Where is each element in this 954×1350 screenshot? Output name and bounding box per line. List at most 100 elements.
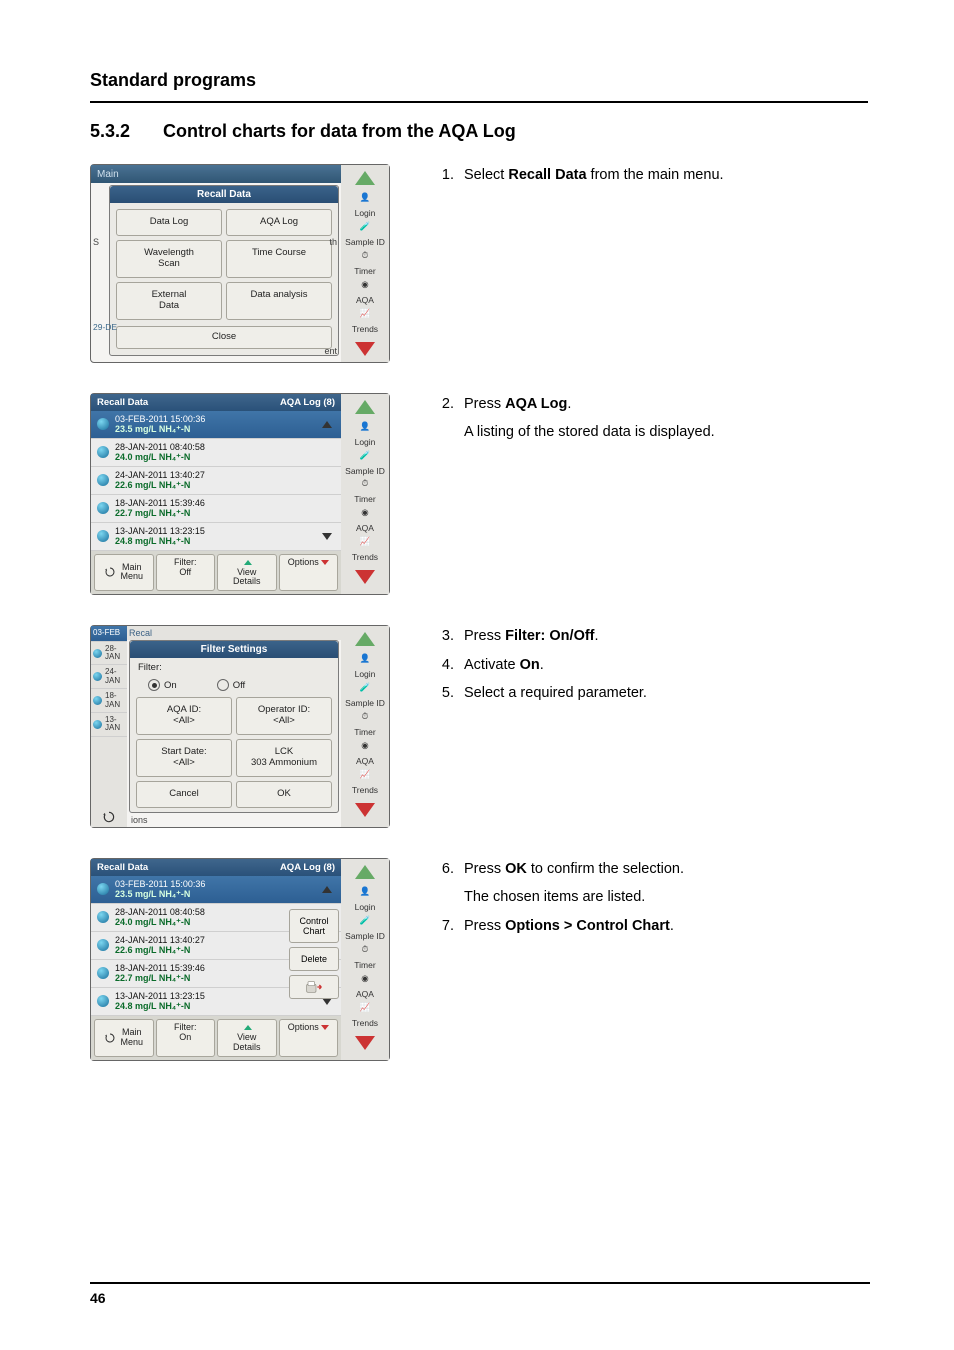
log-row[interactable]: 13-JAN-2011 13:23:1524.8 mg/L NH₄⁺-N [91,523,341,551]
filter-button[interactable]: Filter:Off [156,554,216,592]
send-option[interactable] [289,975,339,999]
instructions-block-2: Press AQA Log. A listing of the stored d… [432,393,868,450]
log-row[interactable]: 18-JAN-2011 15:39:4622.7 mg/L NH₄⁺-N [91,495,341,523]
external-data-button[interactable]: ExternalData [116,282,222,320]
screenshot-filter-settings: 03-FEB 28-JAN 24-JAN 18-JAN 13-JAN Recal… [90,625,390,828]
nav-up-icon[interactable] [355,632,375,646]
delete-option[interactable]: Delete [289,947,339,971]
main-menu-button[interactable]: MainMenu [94,1019,154,1057]
filter-settings-popup: Filter Settings Filter: On Off AQA ID:<A… [129,640,339,813]
nav-down-icon[interactable] [355,1036,375,1050]
entry-icon [97,446,109,458]
close-button[interactable]: Close [116,326,332,349]
timer-button[interactable]: ⏱Timer [344,712,386,737]
control-chart-option[interactable]: ControlChart [289,909,339,943]
filter-button[interactable]: Filter:On [156,1019,216,1057]
entry-value: 24.8 mg/L NH₄⁺-N [115,1001,313,1012]
operator-id-button[interactable]: Operator ID:<All> [236,697,332,735]
sample-id-button[interactable]: 🧪Sample ID [344,451,386,476]
filter-on-radio[interactable]: On [148,679,177,691]
time-course-button[interactable]: Time Course [226,240,332,278]
timer-button[interactable]: ⏱Timer [344,251,386,276]
entry-value: 24.0 mg/L NH₄⁺-N [115,917,313,928]
nav-up-icon[interactable] [355,171,375,185]
nav-down-icon[interactable] [355,570,375,584]
sample-id-button[interactable]: 🧪Sample ID [344,683,386,708]
screenshot-aqa-log-list: Recall Data AQA Log (8) 03-FEB-2011 15:0… [90,393,390,596]
step-3: Press Filter: On/Off. [458,625,868,647]
login-button[interactable]: 👤Login [344,654,386,679]
options-button[interactable]: Options [279,1019,339,1057]
data-log-button[interactable]: Data Log [116,209,222,236]
right-sidebar: 👤Login 🧪Sample ID ⏱Timer ◉AQA 📈Trends [341,859,389,1060]
aqa-button[interactable]: ◉AQA [344,741,386,766]
radio-on-icon [148,679,160,691]
entry-datetime: 18-JAN-2011 15:39:46 [115,498,313,508]
main-menu-button[interactable]: MainMenu [94,554,154,592]
nav-down-icon[interactable] [355,803,375,817]
aqa-id-button[interactable]: AQA ID:<All> [136,697,232,735]
entry-datetime: 13-JAN-2011 13:23:15 [115,526,313,536]
filter-label: Filter: [130,658,338,677]
entry-datetime: 03-FEB-2011 15:00:36 [115,414,313,424]
step-7: Press Options > Control Chart. [458,915,868,937]
login-button[interactable]: 👤Login [344,887,386,912]
nav-up-icon[interactable] [355,865,375,879]
right-sidebar: 👤Login 🧪Sample ID ⏱Timer ◉AQA 📈Trends [341,626,389,827]
parameter-button[interactable]: LCK303 Ammonium [236,739,332,777]
aqa-button[interactable]: ◉AQA [344,508,386,533]
popup-title: Recall Data [110,186,338,203]
view-details-button[interactable]: ViewDetails [217,1019,277,1057]
filter-off-radio[interactable]: Off [217,679,246,691]
login-button[interactable]: 👤Login [344,193,386,218]
fragment-th: th [329,237,337,247]
nav-down-icon[interactable] [355,342,375,356]
timer-icon: ⏱ [344,479,386,495]
timer-button[interactable]: ⏱Timer [344,479,386,504]
aqa-button[interactable]: ◉AQA [344,974,386,999]
view-details-button[interactable]: ViewDetails [217,554,277,592]
header-frag-left: Recal [127,626,167,640]
scroll-down[interactable] [319,526,335,547]
sample-id-button[interactable]: 🧪Sample ID [344,916,386,941]
log-row[interactable]: 28-JAN-2011 08:40:5824.0 mg/L NH₄⁺-N [91,439,341,467]
screenshot-aqa-log-options: Recall Data AQA Log (8) 03-FEB-2011 15:0… [90,858,390,1061]
log-row[interactable]: 03-FEB-2011 15:00:3623.5 mg/L NH₄⁺-N [91,876,341,904]
login-icon: 👤 [344,654,386,670]
right-sidebar: 👤Login 🧪Sample ID ⏱Timer ◉AQA 📈Trends [341,394,389,595]
entry-icon [97,911,109,923]
trends-button[interactable]: 📈Trends [344,1003,386,1028]
options-button[interactable]: Options [279,554,339,592]
aqa-icon: ◉ [344,974,386,990]
data-analysis-button[interactable]: Data analysis [226,282,332,320]
back-icon-small[interactable] [91,807,127,827]
entry-datetime: 18-JAN-2011 15:39:46 [115,963,313,973]
nav-up-icon[interactable] [355,400,375,414]
aqa-button[interactable]: ◉AQA [344,280,386,305]
entry-icon [93,649,102,658]
cancel-button[interactable]: Cancel [136,781,232,808]
fragment-ent: ent [324,346,337,356]
wavelength-scan-button[interactable]: WavelengthScan [116,240,222,278]
sample-id-button[interactable]: 🧪Sample ID [344,222,386,247]
back-icon [104,566,116,578]
login-button[interactable]: 👤Login [344,422,386,447]
timer-button[interactable]: ⏱Timer [344,945,386,970]
sample-id-icon: 🧪 [344,222,386,238]
scroll-up[interactable] [319,879,335,900]
log-row[interactable]: 24-JAN-2011 13:40:2722.6 mg/L NH₄⁺-N [91,467,341,495]
page-number: 46 [90,1282,870,1306]
subsection-heading: 5.3.2 Control charts for data from the A… [90,121,868,142]
strip-item: 13-JAN [91,713,127,737]
back-icon [104,1032,116,1044]
scroll-up[interactable] [319,414,335,435]
ok-button[interactable]: OK [236,781,332,808]
entry-datetime: 28-JAN-2011 08:40:58 [115,442,313,452]
sample-id-icon: 🧪 [344,916,386,932]
aqa-log-button[interactable]: AQA Log [226,209,332,236]
trends-button[interactable]: 📈Trends [344,537,386,562]
start-date-button[interactable]: Start Date:<All> [136,739,232,777]
trends-button[interactable]: 📈Trends [344,309,386,334]
log-row[interactable]: 03-FEB-2011 15:00:3623.5 mg/L NH₄⁺-N [91,411,341,439]
trends-button[interactable]: 📈Trends [344,770,386,795]
